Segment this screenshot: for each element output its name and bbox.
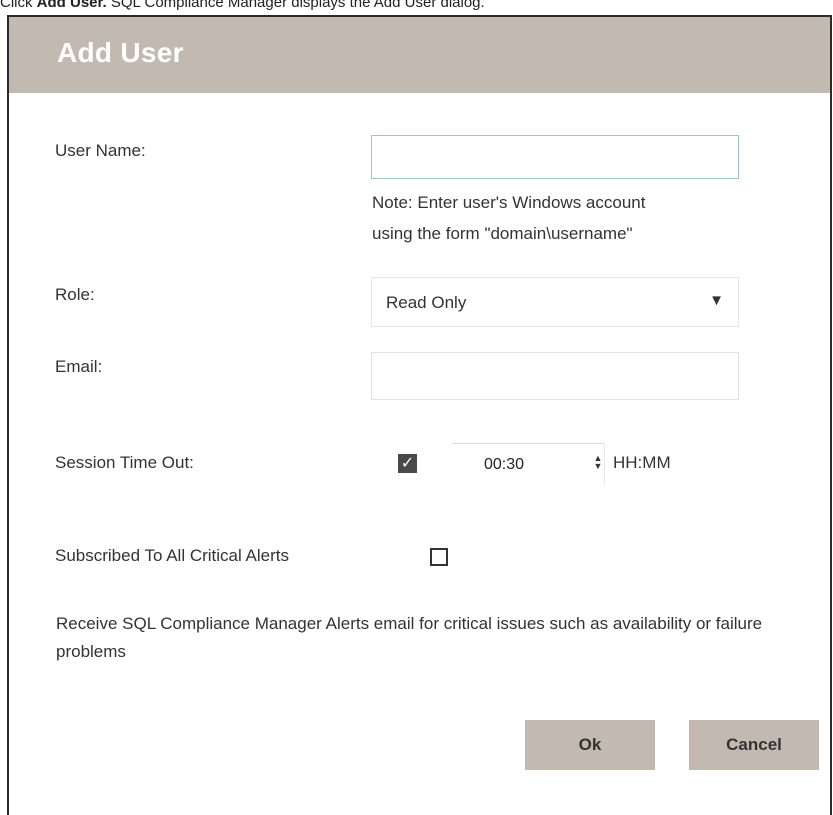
user-name-note: Note: Enter user's Windows account using… [372,187,772,249]
caption-suffix: SQL Compliance Manager displays the Add … [106,0,485,11]
checkmark-icon: ✓ [400,455,415,472]
instruction-caption: Click Add User. SQL Compliance Manager d… [0,0,485,11]
role-select[interactable]: Read Only ▼ [371,277,739,327]
cancel-button[interactable]: Cancel [689,720,819,770]
user-name-input[interactable] [371,135,739,179]
caret-down-icon: ▼ [709,292,724,309]
ok-button[interactable]: Ok [525,720,655,770]
role-selected-value: Read Only [386,293,467,312]
dialog-title: Add User [57,37,184,68]
session-timeout-label: Session Time Out: [55,453,194,472]
session-timeout-checkbox[interactable]: ✓ [398,454,417,473]
note-line-2: using the form "domain\username" [372,224,633,243]
caption-prefix: Click [0,0,37,11]
user-name-label: User Name: [55,141,146,160]
add-user-dialog: Add User User Name: Note: Enter user's W… [7,15,832,815]
session-timeout-unit: HH:MM [613,453,671,472]
critical-alerts-label: Subscribed To All Critical Alerts [55,546,290,565]
session-timeout-value: 00:30 [484,456,525,473]
email-input[interactable] [371,352,739,400]
email-label: Email: [55,357,103,376]
critical-alerts-checkbox[interactable] [430,548,448,566]
role-label: Role: [55,285,95,304]
session-timeout-spinner[interactable]: 00:30 ▲ ▼ [452,443,605,485]
dialog-titlebar: Add User [9,17,830,93]
spinner-arrows-icon[interactable]: ▲ ▼ [592,454,604,471]
caption-bold: Add User. [36,0,107,11]
note-line-1: Note: Enter user's Windows account [372,193,646,212]
alerts-description: Receive SQL Compliance Manager Alerts em… [56,614,763,661]
